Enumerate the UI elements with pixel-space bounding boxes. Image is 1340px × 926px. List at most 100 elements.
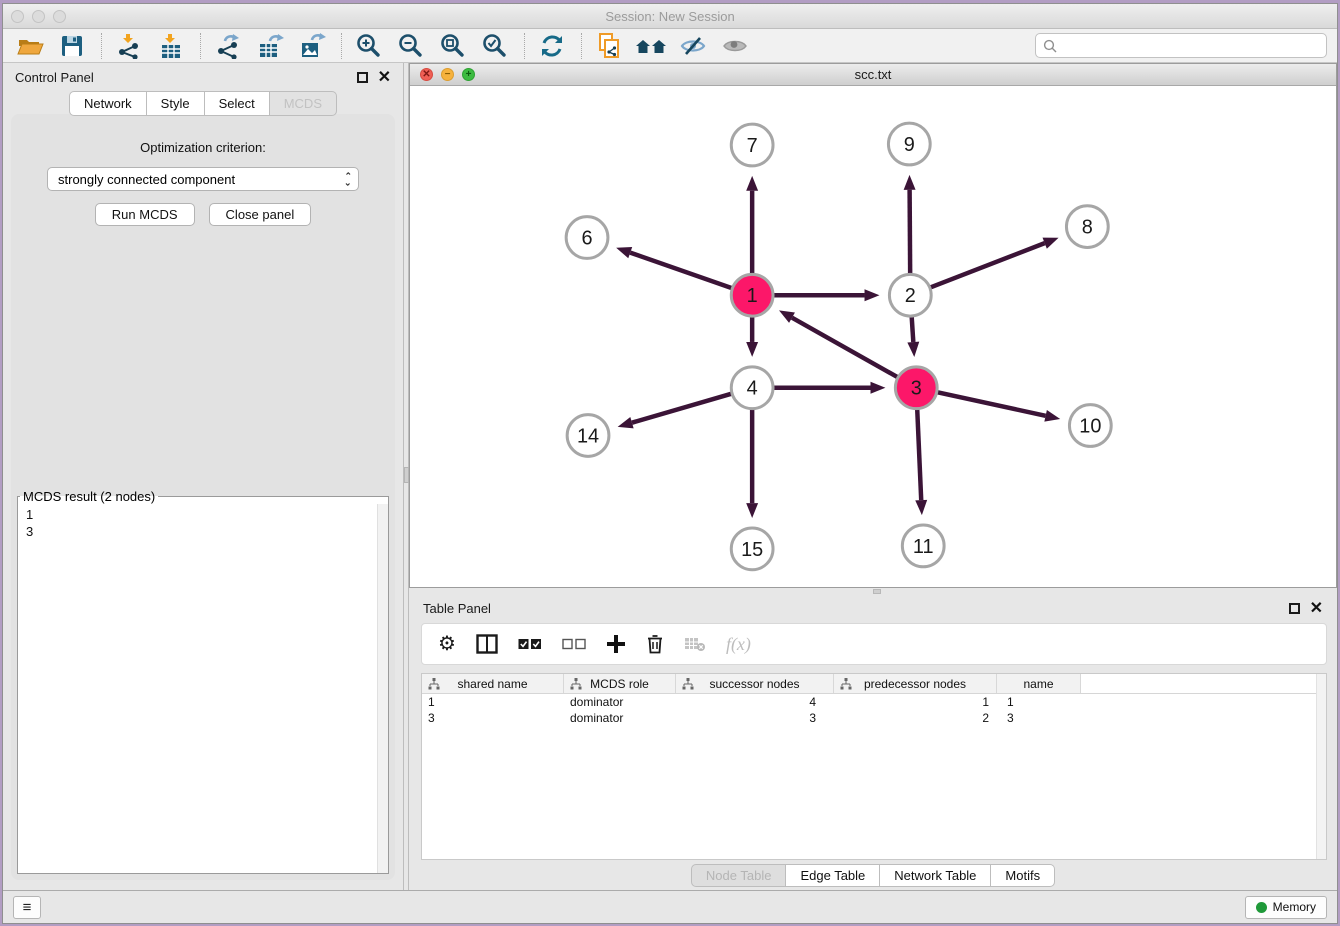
graph-arrowhead-4-15 [746,503,758,518]
select-all-rows-icon[interactable] [518,637,542,651]
refresh-icon [539,33,565,59]
table-scrollbar[interactable] [1316,674,1326,859]
column-header-successor-nodes[interactable]: successor nodes [676,674,834,693]
network-titlebar[interactable]: ✕ − + scc.txt [410,64,1336,86]
column-header-predecessor-nodes[interactable]: predecessor nodes [834,674,997,693]
apply-layout-button[interactable] [535,31,569,61]
memory-label: Memory [1273,900,1316,914]
show-selected-button[interactable] [718,31,752,61]
hierarchy-icon [428,678,440,690]
graph-node-label-8: 8 [1082,217,1093,239]
table-tabs: Node Table Edge Table Network Table Moti… [409,860,1337,890]
tab-style[interactable]: Style [147,91,205,116]
graph-arrowhead-4-3 [871,382,886,394]
graph-arrowhead-2-9 [904,175,916,190]
graph-arrowhead-3-1 [779,310,795,323]
open-folder-icon [17,34,44,58]
close-window-button[interactable] [11,10,24,23]
tab-select[interactable]: Select [205,91,270,116]
add-column-icon[interactable] [606,634,626,654]
graph-edge-2-8[interactable] [931,243,1045,287]
column-visibility-icon[interactable] [476,634,498,654]
memory-button[interactable]: Memory [1245,896,1327,919]
table-row[interactable]: 1 dominator 4 1 1 [422,694,1326,710]
export-network-button[interactable] [211,31,245,61]
import-network-button[interactable] [112,31,146,61]
zoom-in-button[interactable] [352,31,386,61]
graph-node-label-9: 9 [904,134,915,156]
save-session-button[interactable] [55,31,89,61]
search-input[interactable] [1057,38,1319,53]
graph-node-label-7: 7 [747,135,758,157]
close-panel-button[interactable]: Close panel [209,203,312,226]
delete-table-icon-disabled [684,636,706,652]
network-graph[interactable]: 7968124314101511 [410,86,1336,587]
open-network-file-button[interactable] [592,31,626,61]
tab-motifs[interactable]: Motifs [991,864,1055,887]
splitter-grip[interactable] [404,467,409,483]
horizontal-splitter-grip[interactable] [873,589,881,594]
graph-arrowhead-4-14 [618,417,634,428]
delete-column-trash-icon[interactable] [646,634,664,654]
graph-edge-3-1[interactable] [792,318,897,377]
graph-node-label-4: 4 [747,378,758,400]
graph-edge-1-6[interactable] [630,253,731,288]
table-row[interactable]: 3 dominator 3 2 3 [422,710,1326,726]
graph-edge-4-14[interactable] [632,394,731,423]
show-all-networks-button[interactable] [634,31,668,61]
network-minimize-button[interactable]: − [441,68,454,81]
mcds-result-values: 1 3 [18,504,377,873]
zoom-fit-button[interactable] [436,31,470,61]
close-table-panel-icon[interactable]: ✕ [1310,603,1323,614]
float-table-panel-icon[interactable] [1289,603,1300,614]
node-table[interactable]: shared name MCDS role successor nodes [421,673,1327,860]
search-field[interactable] [1035,33,1327,58]
table-settings-gear-icon[interactable]: ⚙ [438,634,456,654]
open-session-button[interactable] [13,31,47,61]
table-panel: Table Panel ✕ ⚙ [409,595,1337,890]
maximize-window-button[interactable] [53,10,66,23]
column-header-name[interactable]: name [997,674,1081,693]
minimize-window-button[interactable] [32,10,45,23]
network-title: scc.txt [410,64,1336,85]
graph-node-label-14: 14 [577,425,599,447]
export-image-button[interactable] [295,31,329,61]
network-maximize-button[interactable]: + [462,68,475,81]
memory-status-icon [1256,902,1267,913]
graph-edge-3-11[interactable] [917,410,921,501]
zoom-out-icon [398,33,424,59]
task-history-button[interactable]: ≡ [13,896,41,919]
tab-mcds[interactable]: MCDS [270,91,337,116]
eye-slash-icon [679,34,707,58]
zoom-selected-button[interactable] [478,31,512,61]
horizontal-splitter[interactable] [409,588,1337,595]
close-panel-icon[interactable]: ✕ [378,72,391,83]
tab-network-table[interactable]: Network Table [880,864,991,887]
tab-network[interactable]: Network [69,91,147,116]
window-titlebar: Session: New Session [3,4,1337,29]
criterion-dropdown[interactable]: strongly connected component ⌃⌃ [47,167,359,191]
import-table-button[interactable] [154,31,188,61]
column-header-mcds-role[interactable]: MCDS role [564,674,676,693]
graph-edge-2-9[interactable] [910,190,911,274]
network-window: ✕ − + scc.txt 7968124314101511 [409,63,1337,588]
export-table-button[interactable] [253,31,287,61]
tab-edge-table[interactable]: Edge Table [786,864,880,887]
control-panel-tabs: Network Style Select MCDS [3,91,403,116]
zoom-out-button[interactable] [394,31,428,61]
column-header-shared-name[interactable]: shared name [422,674,564,693]
network-close-button[interactable]: ✕ [420,68,433,81]
zoom-in-icon [356,33,382,59]
network-canvas[interactable]: 7968124314101511 [410,86,1336,587]
graph-arrowhead-3-11 [915,500,927,515]
result-scrollbar[interactable] [377,504,388,873]
list-icon: ≡ [23,899,32,916]
window-controls [11,10,66,23]
graph-edge-2-3[interactable] [912,317,914,342]
float-panel-icon[interactable] [357,72,368,83]
run-mcds-button[interactable]: Run MCDS [95,203,195,226]
tab-node-table[interactable]: Node Table [691,864,787,887]
deselect-all-rows-icon[interactable] [562,637,586,651]
hide-selected-button[interactable] [676,31,710,61]
graph-edge-3-10[interactable] [938,392,1046,415]
